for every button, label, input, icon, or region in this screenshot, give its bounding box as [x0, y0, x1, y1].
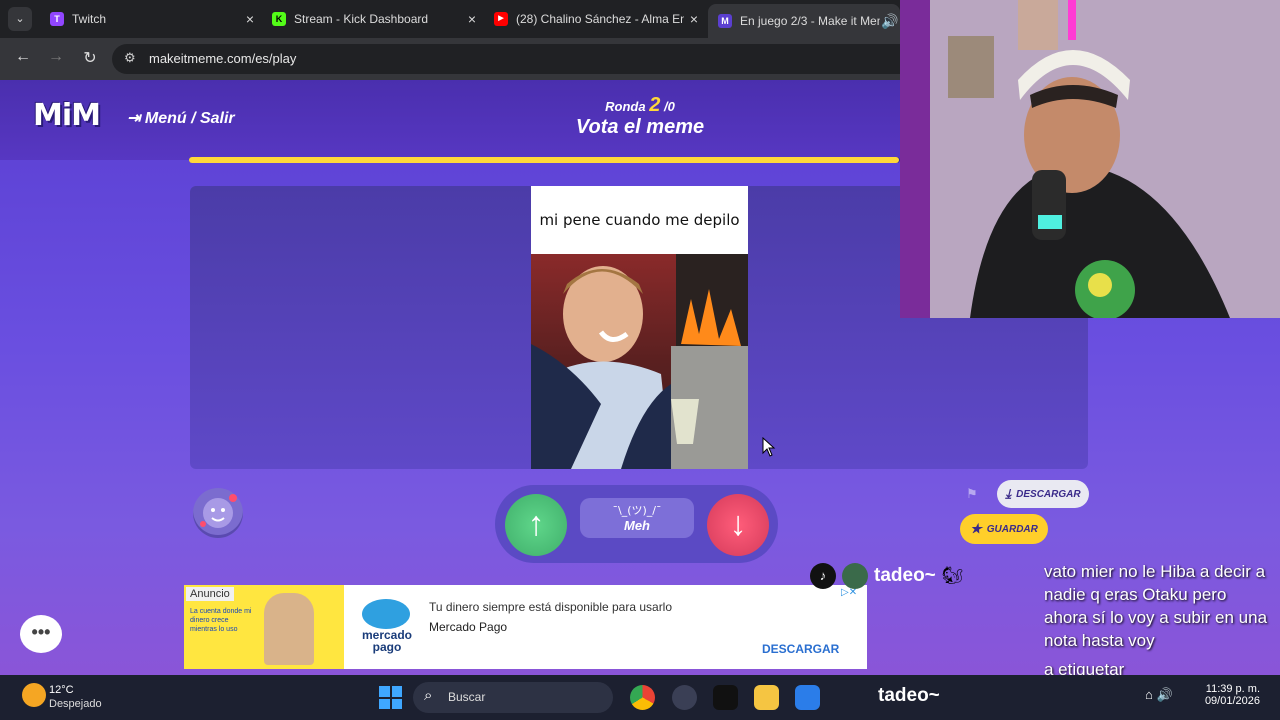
- ad-headline: Tu dinero siempre está disponible para u…: [429, 600, 673, 614]
- url-text: makeitmeme.com/es/play: [149, 51, 297, 66]
- round-indicator: Ronda 2 /0: [560, 94, 720, 117]
- meme-card: mi pene cuando me depilo: [531, 186, 748, 469]
- round-progress-bar: [189, 157, 900, 163]
- arrow-down-icon: ↓: [729, 505, 747, 543]
- meme-photo-drawing: [531, 254, 748, 469]
- meme-caption: mi pene cuando me depilo: [539, 211, 740, 229]
- chat-bubble-icon[interactable]: •••: [20, 615, 62, 653]
- vote-title: Vota el meme: [575, 116, 705, 138]
- mercado-pago-logo-icon: [362, 599, 410, 629]
- url-field[interactable]: ⚙ makeitmeme.com/es/play: [112, 44, 900, 74]
- meme-image: [531, 254, 748, 469]
- round-progress-fill: [189, 157, 900, 163]
- windows-taskbar: 12°C Despejado ⌕ Buscar tadeo~ ⌂ 🔊 11:39…: [0, 675, 1280, 720]
- shrug-emoticon: ¯\_(ツ)_/¯: [612, 504, 662, 517]
- system-tray-icons[interactable]: ⌂ 🔊: [1145, 687, 1173, 703]
- advertisement-banner[interactable]: La cuenta donde mi dinero crece mientras…: [184, 585, 867, 669]
- tab-title: En juego 2/3 - Make it Mem: [740, 14, 880, 28]
- back-icon[interactable]: ←: [12, 48, 34, 66]
- tab-title: Twitch: [72, 12, 107, 26]
- search-placeholder: Buscar: [448, 690, 486, 704]
- smiley-icon: [200, 494, 237, 528]
- clock[interactable]: 11:39 p. m. 09/01/2026: [1200, 683, 1260, 707]
- tiktok-app-icon[interactable]: [713, 685, 738, 710]
- clock-time: 11:39 p. m.: [1205, 683, 1260, 695]
- browser-tab-strip: ⌄ T Twitch × K Stream - Kick Dashboard ×…: [0, 0, 900, 38]
- game-header: MiM ⇥ Menú / Salir Ronda 2 /0 Vota el me…: [0, 80, 900, 160]
- ad-brand: Mercado Pago: [429, 620, 508, 634]
- forward-icon[interactable]: →: [45, 48, 67, 66]
- menu-exit-button[interactable]: ⇥ Menú / Salir: [127, 108, 235, 128]
- webcam-scene: [900, 0, 1280, 318]
- tab-twitch[interactable]: T Twitch ×: [40, 4, 260, 34]
- round-number: 2: [649, 94, 661, 116]
- chat-message-text: vato mier no le Hiba a decir a nadie q e…: [1044, 562, 1268, 650]
- avatar: [842, 563, 868, 589]
- arrow-up-icon: ↑: [527, 505, 545, 543]
- tiktok-icon: ♪: [810, 563, 836, 589]
- tab-title: (28) Chalino Sánchez - Alma En: [516, 12, 684, 26]
- taskbar-overlay-username: tadeo~: [878, 685, 940, 706]
- obs-icon[interactable]: [672, 685, 697, 710]
- ad-person-image: [264, 593, 314, 665]
- twitch-icon: T: [50, 12, 64, 26]
- search-icon: ⌕: [424, 687, 433, 704]
- weather-temperature: 12°C: [49, 684, 74, 696]
- overlay-username: tadeo~: [874, 565, 936, 586]
- ad-thumbnail-text: La cuenta donde mi dinero crece mientras…: [190, 608, 252, 633]
- save-button[interactable]: ★ GUARDAR: [960, 514, 1048, 544]
- mim-logo[interactable]: MiM: [33, 98, 101, 133]
- tab-youtube[interactable]: ▶ (28) Chalino Sánchez - Alma En ×: [484, 4, 704, 34]
- save-label: GUARDAR: [986, 523, 1038, 535]
- close-icon[interactable]: ×: [240, 11, 260, 27]
- download-label: DESCARGAR: [1016, 488, 1081, 500]
- menu-exit-label: Menú / Salir: [144, 110, 235, 127]
- tab-search-icon[interactable]: ⌄: [8, 7, 32, 31]
- meh-label: Meh: [624, 518, 650, 533]
- round-prefix: Ronda: [605, 99, 646, 114]
- clock-date: 09/01/2026: [1204, 695, 1260, 707]
- round-suffix: /0: [663, 99, 675, 114]
- upvote-button[interactable]: ↑: [505, 494, 567, 556]
- report-flag-icon[interactable]: ⚑: [966, 486, 978, 502]
- app-icon[interactable]: [795, 685, 820, 710]
- youtube-icon: ▶: [494, 12, 508, 26]
- squirrel-emoji-icon: 🐿: [941, 566, 964, 585]
- tab-make-it-meme[interactable]: M En juego 2/3 - Make it Mem 🔊: [708, 4, 900, 38]
- close-icon[interactable]: ×: [462, 11, 482, 27]
- address-bar: ← → ↻ ⚙ makeitmeme.com/es/play: [0, 38, 900, 80]
- weather-condition: Despejado: [49, 698, 102, 710]
- webcam-overlay: [900, 0, 1280, 318]
- downvote-button[interactable]: ↓: [707, 494, 769, 556]
- overlay-username-row: ♪ tadeo~ 🐿: [810, 563, 963, 589]
- tab-kick-dashboard[interactable]: K Stream - Kick Dashboard ×: [262, 4, 482, 34]
- overlay-chat-message: vato mier no le Hiba a decir a nadie q e…: [1044, 560, 1274, 681]
- ad-badge: Anuncio: [186, 587, 234, 601]
- tab-title: Stream - Kick Dashboard: [294, 12, 429, 26]
- chrome-icon[interactable]: [630, 685, 655, 710]
- make-it-meme-icon: M: [718, 14, 732, 28]
- download-icon: ⤓: [1005, 486, 1012, 501]
- close-icon[interactable]: ×: [684, 11, 704, 27]
- ad-brand-logo-text: mercado pago: [361, 628, 413, 654]
- exit-icon: ⇥: [127, 110, 145, 127]
- kick-icon: K: [272, 12, 286, 26]
- download-button[interactable]: ⤓ DESCARGAR: [997, 480, 1089, 508]
- file-explorer-icon[interactable]: [754, 685, 779, 710]
- site-info-icon[interactable]: ⚙: [124, 50, 136, 66]
- speaker-icon[interactable]: 🔊: [880, 13, 900, 30]
- ad-cta-button[interactable]: DESCARGAR: [762, 642, 839, 656]
- star-icon: ★: [970, 521, 982, 536]
- mouse-cursor-icon: [762, 437, 776, 457]
- weather-moon-icon[interactable]: [22, 683, 46, 707]
- reload-icon[interactable]: ↻: [79, 48, 101, 68]
- windows-start-icon[interactable]: [379, 686, 402, 709]
- meh-button[interactable]: ¯\_(ツ)_/¯ Meh: [580, 498, 694, 538]
- screen: ⌄ T Twitch × K Stream - Kick Dashboard ×…: [0, 0, 1280, 720]
- reaction-emoji-button[interactable]: [193, 488, 243, 538]
- taskbar-search[interactable]: ⌕ Buscar: [413, 682, 613, 713]
